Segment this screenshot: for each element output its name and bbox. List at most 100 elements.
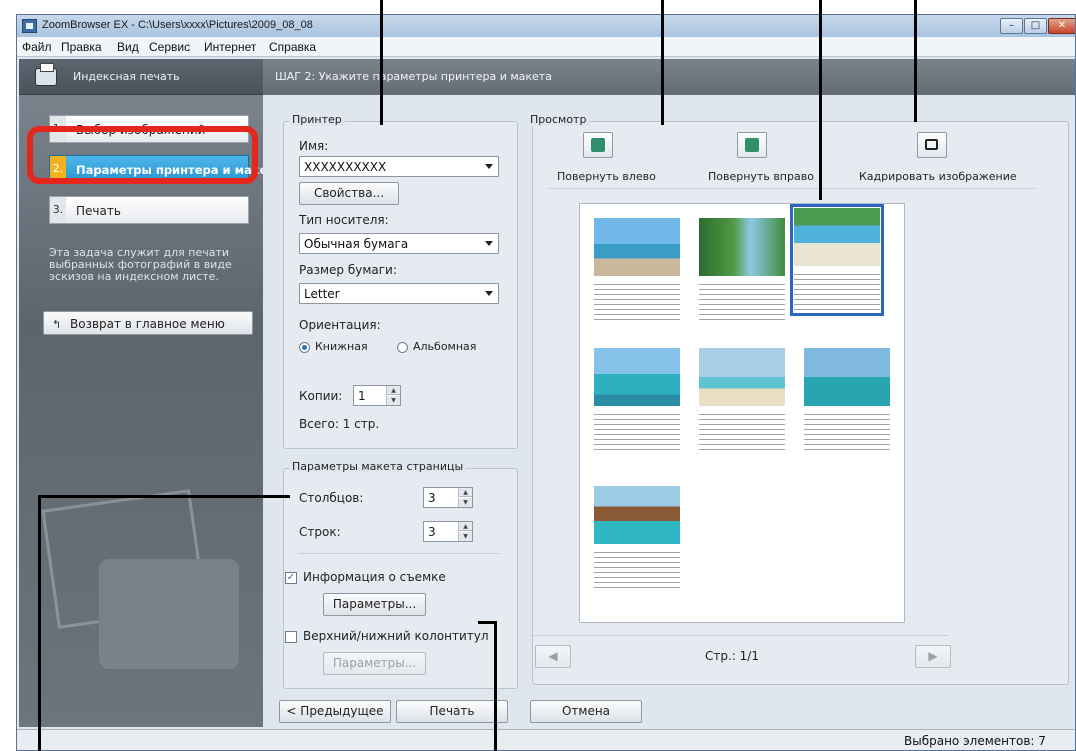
orientation-label: Ориентация: bbox=[299, 318, 381, 332]
step-print[interactable]: 3. Печать bbox=[49, 196, 249, 224]
menu-file[interactable]: Файл bbox=[22, 40, 52, 54]
stepper-down-icon[interactable]: ▼ bbox=[386, 396, 400, 405]
rotate-right-icon[interactable] bbox=[737, 132, 767, 158]
app-window: ZoomBrowser EX - C:\Users\xxxx\Pictures\… bbox=[16, 14, 1076, 751]
header-footer-checkbox[interactable] bbox=[285, 631, 297, 643]
callout-line bbox=[38, 495, 290, 498]
crop-icon[interactable] bbox=[917, 132, 947, 158]
rows-value: 3 bbox=[428, 525, 436, 539]
rows-stepper[interactable]: 3 ▲ ▼ bbox=[423, 521, 473, 542]
stepper-up-icon[interactable]: ▲ bbox=[386, 386, 400, 395]
thumbnail-info bbox=[594, 282, 680, 322]
window-title: ZoomBrowser EX - C:\Users\xxxx\Pictures\… bbox=[42, 19, 313, 31]
media-type-select[interactable]: Обычная бумага bbox=[299, 233, 499, 254]
shooting-info-params-button[interactable]: Параметры... bbox=[323, 593, 426, 616]
columns-stepper[interactable]: 3 ▲ ▼ bbox=[423, 487, 473, 508]
printer-shape bbox=[99, 559, 239, 669]
media-type-value: Обычная бумага bbox=[304, 237, 409, 251]
selection-count: Выбрано элементов: 7 bbox=[904, 734, 1046, 748]
callout-line bbox=[38, 497, 41, 751]
printer-icon bbox=[35, 63, 57, 86]
thumbnail-image bbox=[699, 348, 785, 406]
callout-line bbox=[819, 0, 822, 200]
back-button-label: Возврат в главное меню bbox=[70, 317, 225, 331]
toolbar-divider bbox=[549, 188, 1035, 189]
header-footer-params-button[interactable]: Параметры... bbox=[323, 652, 426, 675]
paper-size-select[interactable]: Letter bbox=[299, 283, 499, 304]
maximize-button[interactable]: □ bbox=[1024, 18, 1047, 34]
orientation-landscape-radio[interactable] bbox=[397, 342, 408, 353]
thumbnail-info bbox=[594, 550, 680, 590]
shooting-info-checkbox[interactable]: ✓ bbox=[285, 572, 297, 584]
crop-label[interactable]: Кадрировать изображение bbox=[859, 170, 1017, 183]
step-label: Печать bbox=[76, 204, 121, 218]
printer-name-select[interactable]: XXXXXXXXXX bbox=[299, 156, 499, 177]
preview-group-title: Просмотр bbox=[527, 113, 590, 126]
chevron-down-icon bbox=[485, 241, 493, 246]
app-icon bbox=[22, 19, 37, 33]
highlight-ring bbox=[27, 126, 258, 184]
thumbnail-info bbox=[804, 412, 890, 452]
thumbnail-1[interactable] bbox=[594, 218, 680, 322]
paper-size-label: Размер бумаги: bbox=[299, 263, 397, 277]
divider bbox=[299, 553, 499, 554]
thumbnail-2[interactable] bbox=[699, 218, 785, 322]
total-pages: Всего: 1 стр. bbox=[299, 417, 380, 431]
thumbnail-image bbox=[699, 218, 785, 276]
stepper-down-icon[interactable]: ▼ bbox=[458, 532, 472, 541]
cancel-button[interactable]: Отмена bbox=[530, 700, 642, 723]
thumbnail-image bbox=[794, 208, 880, 266]
thumbnail-info bbox=[699, 412, 785, 452]
properties-button[interactable]: Свойства... bbox=[299, 182, 399, 205]
pager-divider bbox=[533, 635, 948, 636]
thumbnail-info bbox=[699, 282, 785, 322]
left-arrow-icon: ◀ bbox=[548, 649, 558, 663]
prev-page-button[interactable]: ◀ bbox=[535, 645, 571, 668]
right-arrow-icon: ▶ bbox=[928, 649, 938, 663]
page-indicator: Стр.: 1/1 bbox=[705, 649, 759, 663]
copies-stepper[interactable]: 1 ▲ ▼ bbox=[353, 385, 401, 406]
next-page-button[interactable]: ▶ bbox=[915, 645, 951, 668]
thumbnail-image bbox=[594, 486, 680, 544]
stepper-up-icon[interactable]: ▲ bbox=[458, 522, 472, 531]
thumbnail-7[interactable] bbox=[594, 486, 680, 590]
columns-value: 3 bbox=[428, 491, 436, 505]
paper-size-value: Letter bbox=[304, 287, 340, 301]
close-button[interactable]: ✕ bbox=[1048, 18, 1075, 34]
thumbnail-image bbox=[804, 348, 890, 406]
menu-help[interactable]: Справка bbox=[269, 40, 316, 54]
step-title: ШАГ 2: Укажите параметры принтера и маке… bbox=[275, 70, 552, 83]
shooting-info-label: Информация о съемке bbox=[303, 570, 446, 584]
chevron-down-icon bbox=[485, 291, 493, 296]
chevron-down-icon bbox=[485, 164, 493, 169]
print-button[interactable]: Печать bbox=[396, 700, 508, 723]
rotate-right-label[interactable]: Повернуть вправо bbox=[708, 170, 814, 183]
menu-view[interactable]: Вид bbox=[117, 40, 139, 54]
rows-label: Строк: bbox=[299, 525, 341, 539]
thumbnail-6[interactable] bbox=[804, 348, 890, 452]
callout-line bbox=[494, 622, 497, 751]
menu-bar: Файл Правка Вид Сервис Интернет Справка bbox=[17, 37, 1075, 57]
back-to-main-menu-button[interactable]: ↰ Возврат в главное меню bbox=[43, 311, 253, 335]
print-preview-page bbox=[579, 203, 905, 623]
menu-internet[interactable]: Интернет bbox=[204, 40, 256, 54]
copies-value: 1 bbox=[358, 389, 366, 403]
stepper-up-icon[interactable]: ▲ bbox=[458, 488, 472, 497]
rotate-left-label[interactable]: Повернуть влево bbox=[557, 170, 656, 183]
orientation-portrait-radio[interactable] bbox=[299, 342, 310, 353]
thumbnail-5[interactable] bbox=[699, 348, 785, 452]
thumbnail-image bbox=[594, 348, 680, 406]
title-bar: ZoomBrowser EX - C:\Users\xxxx\Pictures\… bbox=[17, 15, 1075, 37]
previous-button[interactable]: < Предыдущее bbox=[279, 700, 391, 723]
callout-line bbox=[380, 0, 383, 125]
thumbnail-3[interactable] bbox=[790, 204, 884, 316]
menu-tools[interactable]: Сервис bbox=[149, 40, 190, 54]
decorative-printer-illustration bbox=[39, 479, 249, 699]
rotate-left-icon[interactable] bbox=[583, 132, 613, 158]
stepper-down-icon[interactable]: ▼ bbox=[458, 498, 472, 507]
columns-label: Столбцов: bbox=[299, 491, 364, 505]
menu-edit[interactable]: Правка bbox=[61, 40, 102, 54]
minimize-button[interactable]: – bbox=[1000, 18, 1023, 34]
thumbnail-info bbox=[794, 272, 880, 312]
thumbnail-4[interactable] bbox=[594, 348, 680, 452]
